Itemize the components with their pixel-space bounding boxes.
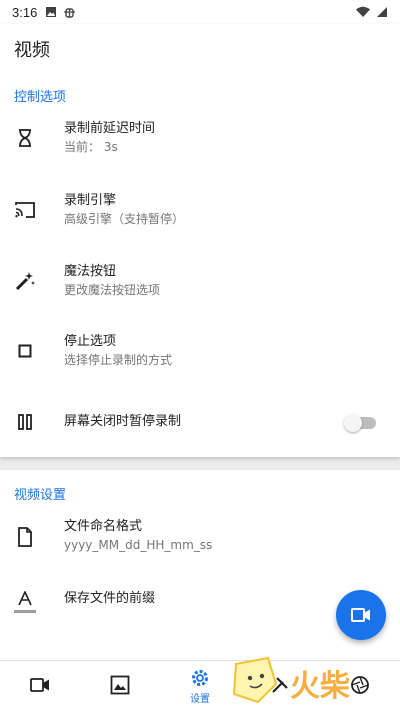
file-naming-format-item[interactable]: 文件命名格式 yyyy_MM_dd_HH_mm_ss [0, 518, 400, 558]
video-settings-card: 视频设置 文件命名格式 yyyy_MM_dd_HH_mm_ss 保存文件的前缀 [0, 470, 400, 660]
watermark-text: 火柴 [290, 669, 350, 704]
bug-icon [64, 7, 76, 18]
pause-toggle[interactable] [344, 414, 376, 432]
signal-icon [377, 7, 387, 17]
delay-before-recording-item[interactable]: 录制前延迟时间 当前： 3s [0, 120, 400, 176]
pause-on-screen-off-item[interactable]: 屏幕关闭时暂停录制 [0, 410, 400, 434]
hourglass-icon [14, 127, 36, 149]
section-header-video: 视频设置 [14, 488, 67, 503]
file-icon [14, 526, 36, 548]
settings-icon [192, 669, 208, 686]
status-time: 3:16 [12, 4, 38, 20]
engine-summary: 高级引擎（支持暂停） [64, 212, 185, 226]
nav-screenshots[interactable] [80, 661, 160, 711]
recording-engine-item[interactable]: 录制引擎 高级引擎（支持暂停） [0, 192, 400, 248]
file-naming-summary: yyyy_MM_dd_HH_mm_ss [64, 538, 213, 552]
videocam-icon [351, 608, 370, 622]
section-header-control: 控制选项 [14, 90, 67, 105]
pause-icon [14, 411, 36, 433]
watermark-logo: 火柴 [232, 656, 350, 704]
file-naming-title: 文件命名格式 [64, 519, 143, 534]
delay-title: 录制前延迟时间 [64, 121, 156, 136]
stop-summary: 选择停止录制的方式 [64, 353, 173, 367]
nav-videos[interactable] [0, 661, 80, 711]
videocam-icon [30, 678, 49, 692]
toggle-thumb [344, 414, 362, 432]
page-title: 视频 [14, 40, 50, 61]
delay-summary: 当前： 3s [64, 140, 118, 154]
stop-title: 停止选项 [64, 334, 117, 349]
photo-icon [110, 675, 130, 695]
engine-title: 录制引擎 [64, 193, 117, 208]
image-icon [46, 7, 57, 17]
file-prefix-title: 保存文件的前缀 [64, 591, 156, 606]
record-fab[interactable] [336, 590, 386, 640]
nav-settings-label: 设置 [190, 693, 210, 705]
magic-button-item[interactable]: 魔法按钮 更改魔法按钮选项 [0, 263, 400, 319]
cast-icon [14, 199, 36, 221]
pause-title: 屏幕关闭时暂停录制 [64, 414, 182, 429]
stop-options-item[interactable]: 停止选项 选择停止录制的方式 [0, 333, 400, 389]
text-format-icon [14, 591, 36, 614]
magic-wand-icon [14, 270, 36, 292]
magic-summary: 更改魔法按钮选项 [64, 283, 161, 297]
wifi-icon [356, 6, 370, 17]
control-options-card: 视频 控制选项 录制前延迟时间 当前： 3s 录制引擎 高级引擎（支持暂停） 魔… [0, 24, 400, 457]
magic-title: 魔法按钮 [64, 264, 117, 279]
stop-icon [14, 340, 36, 362]
status-bar: 3:16 [0, 0, 400, 24]
